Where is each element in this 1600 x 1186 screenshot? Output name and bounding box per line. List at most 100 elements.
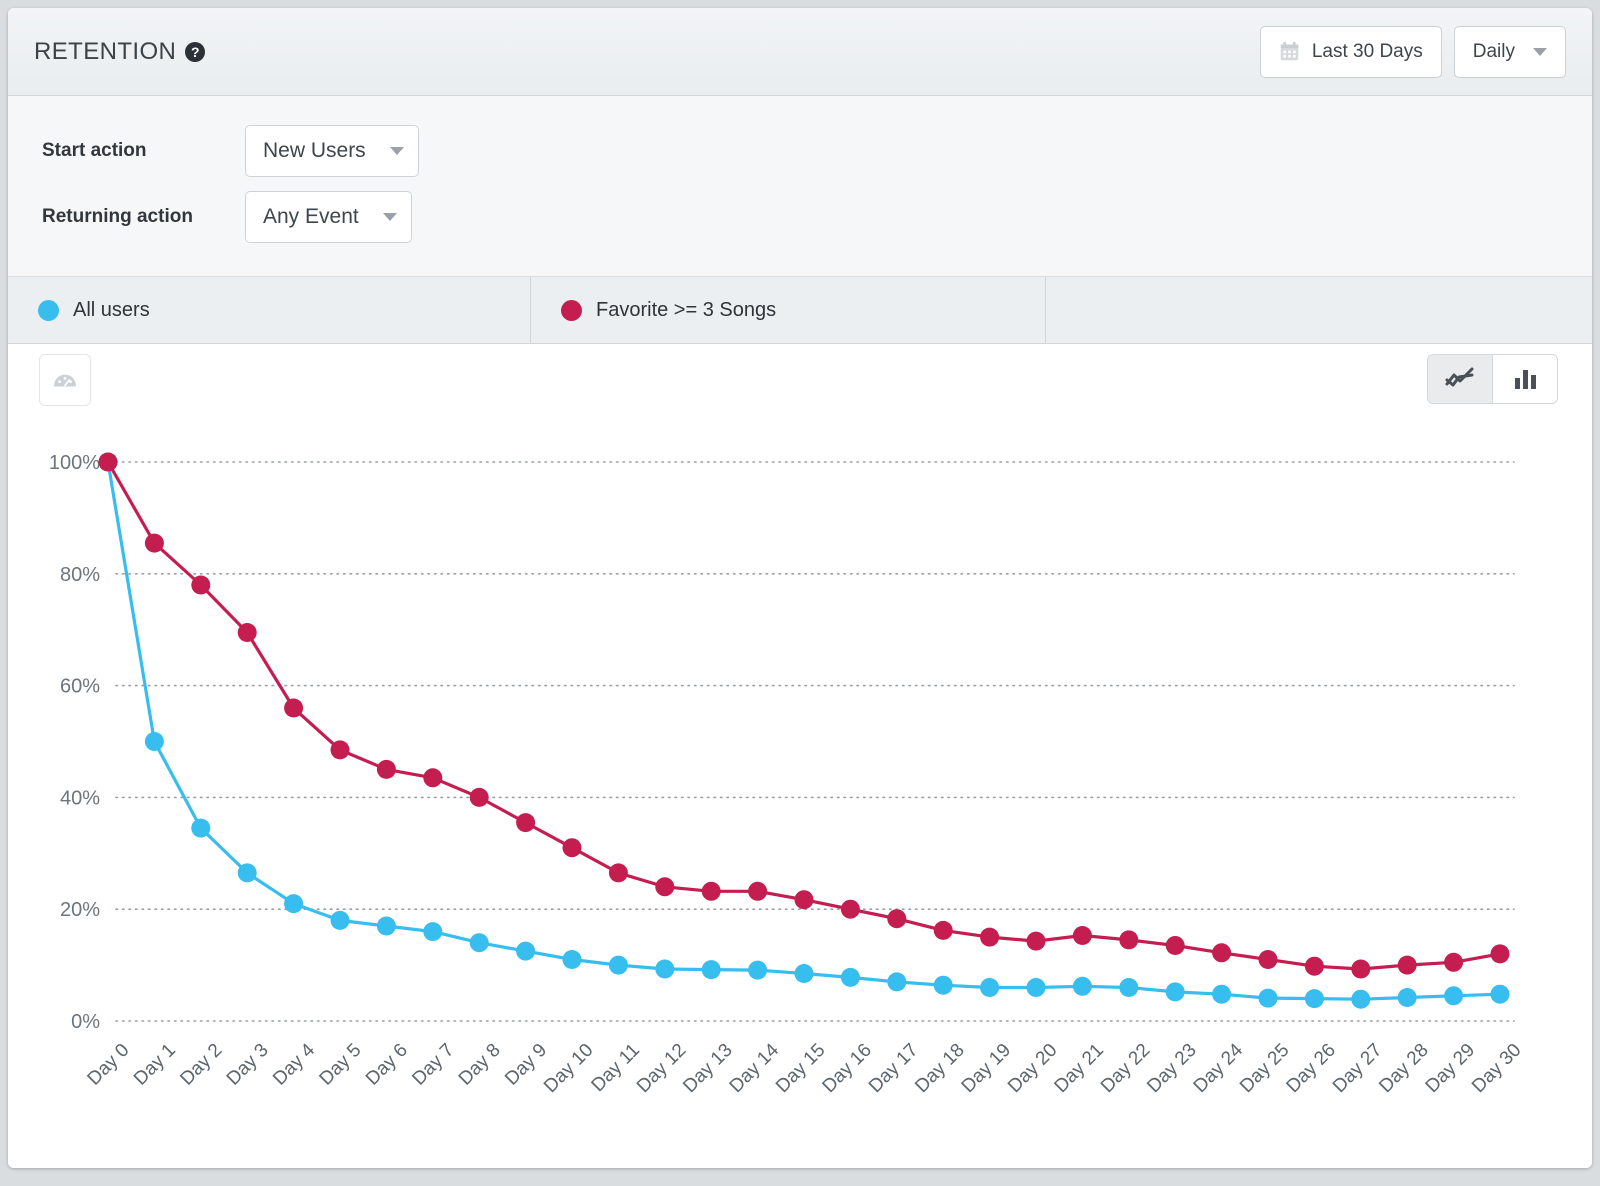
data-point[interactable] (1305, 957, 1324, 976)
header-title-group: RETENTION ? (34, 38, 205, 66)
data-point[interactable] (1398, 988, 1417, 1007)
calendar-icon (1279, 41, 1300, 62)
retention-line-chart[interactable]: 100%80%60%40%20%0%Day 0Day 1Day 2Day 3Da… (8, 344, 1592, 1134)
data-point[interactable] (563, 950, 582, 969)
x-axis-tick-label: Day 7 (408, 1040, 458, 1090)
series-color-dot (38, 300, 59, 321)
data-point[interactable] (145, 732, 164, 751)
start-action-row: Start action New Users (42, 118, 1592, 184)
x-axis-tick-label: Day 22 (1097, 1040, 1154, 1097)
data-point[interactable] (980, 978, 999, 997)
data-point[interactable] (1119, 930, 1138, 949)
data-point[interactable] (1259, 989, 1278, 1008)
data-point[interactable] (331, 911, 350, 930)
data-point[interactable] (1027, 978, 1046, 997)
x-axis-tick-label: Day 6 (362, 1040, 412, 1090)
x-axis-tick-label: Day 3 (223, 1040, 273, 1090)
data-point[interactable] (887, 909, 906, 928)
x-axis-tick-label: Day 5 (316, 1040, 366, 1090)
data-point[interactable] (1212, 985, 1231, 1004)
data-point[interactable] (470, 933, 489, 952)
data-point[interactable] (377, 917, 396, 936)
returning-action-label: Returning action (42, 206, 245, 228)
data-point[interactable] (934, 976, 953, 995)
data-point[interactable] (980, 928, 999, 947)
data-point[interactable] (1073, 926, 1092, 945)
series-color-dot (561, 300, 582, 321)
x-axis-tick-label: Day 12 (633, 1040, 690, 1097)
data-point[interactable] (1073, 977, 1092, 996)
data-point[interactable] (191, 576, 210, 595)
data-point[interactable] (609, 863, 628, 882)
data-point[interactable] (1166, 936, 1185, 955)
chevron-down-icon (383, 213, 397, 221)
page-title: RETENTION (34, 38, 176, 66)
data-point[interactable] (563, 838, 582, 857)
x-axis-tick-label: Day 15 (772, 1040, 829, 1097)
data-point[interactable] (377, 760, 396, 779)
data-point[interactable] (238, 623, 257, 642)
date-range-button[interactable]: Last 30 Days (1260, 26, 1442, 78)
data-point[interactable] (99, 453, 118, 472)
data-point[interactable] (1491, 985, 1510, 1004)
start-action-select[interactable]: New Users (245, 125, 419, 177)
data-point[interactable] (1305, 989, 1324, 1008)
data-point[interactable] (748, 882, 767, 901)
data-point[interactable] (748, 961, 767, 980)
data-point[interactable] (1166, 982, 1185, 1001)
returning-action-select[interactable]: Any Event (245, 191, 412, 243)
x-axis-tick-label: Day 20 (1004, 1040, 1061, 1097)
data-point[interactable] (423, 768, 442, 787)
data-point[interactable] (516, 942, 535, 961)
y-axis-tick-label: 80% (60, 564, 100, 586)
data-point[interactable] (841, 900, 860, 919)
x-axis-tick-label: Day 24 (1190, 1039, 1248, 1097)
screenshot-root: RETENTION ? (0, 0, 1600, 1186)
data-point[interactable] (841, 968, 860, 987)
x-axis-tick-label: Day 13 (679, 1040, 736, 1097)
data-point[interactable] (887, 972, 906, 991)
panel-header: RETENTION ? (8, 8, 1592, 96)
data-point[interactable] (1212, 943, 1231, 962)
question-mark-icon[interactable]: ? (185, 42, 205, 62)
data-point[interactable] (516, 813, 535, 832)
data-point[interactable] (1491, 944, 1510, 963)
data-point[interactable] (191, 819, 210, 838)
data-point[interactable] (795, 890, 814, 909)
data-point[interactable] (1027, 932, 1046, 951)
legend-tab-empty[interactable] (1046, 277, 1592, 343)
data-point[interactable] (655, 877, 674, 896)
legend-tab-all-users[interactable]: All users (8, 277, 531, 343)
data-point[interactable] (284, 894, 303, 913)
chevron-down-icon (390, 147, 404, 155)
x-axis-tick-label: Day 17 (865, 1040, 922, 1097)
data-point[interactable] (423, 922, 442, 941)
data-point[interactable] (1444, 986, 1463, 1005)
data-point[interactable] (934, 921, 953, 940)
data-point[interactable] (284, 699, 303, 718)
data-point[interactable] (702, 960, 721, 979)
data-point[interactable] (1398, 956, 1417, 975)
data-point[interactable] (655, 960, 674, 979)
granularity-button[interactable]: Daily (1454, 26, 1566, 78)
data-point[interactable] (145, 534, 164, 553)
data-point[interactable] (1444, 953, 1463, 972)
data-point[interactable] (1351, 960, 1370, 979)
data-point[interactable] (702, 882, 721, 901)
legend-tab-favorite-songs[interactable]: Favorite >= 3 Songs (531, 277, 1046, 343)
data-point[interactable] (470, 788, 489, 807)
data-point[interactable] (331, 740, 350, 759)
y-axis-tick-label: 60% (60, 676, 100, 698)
data-point[interactable] (795, 964, 814, 983)
x-axis-tick-label: Day 27 (1329, 1040, 1386, 1097)
x-axis-tick-label: Day 4 (269, 1039, 319, 1089)
data-point[interactable] (238, 863, 257, 882)
data-point[interactable] (1119, 978, 1138, 997)
x-axis-tick-label: Day 30 (1468, 1040, 1525, 1097)
data-point[interactable] (1351, 990, 1370, 1009)
y-axis-tick-label: 100% (49, 452, 100, 474)
data-point[interactable] (609, 956, 628, 975)
x-axis-tick-label: Day 1 (130, 1040, 180, 1090)
data-point[interactable] (1259, 950, 1278, 969)
y-axis-tick-label: 40% (60, 787, 100, 809)
